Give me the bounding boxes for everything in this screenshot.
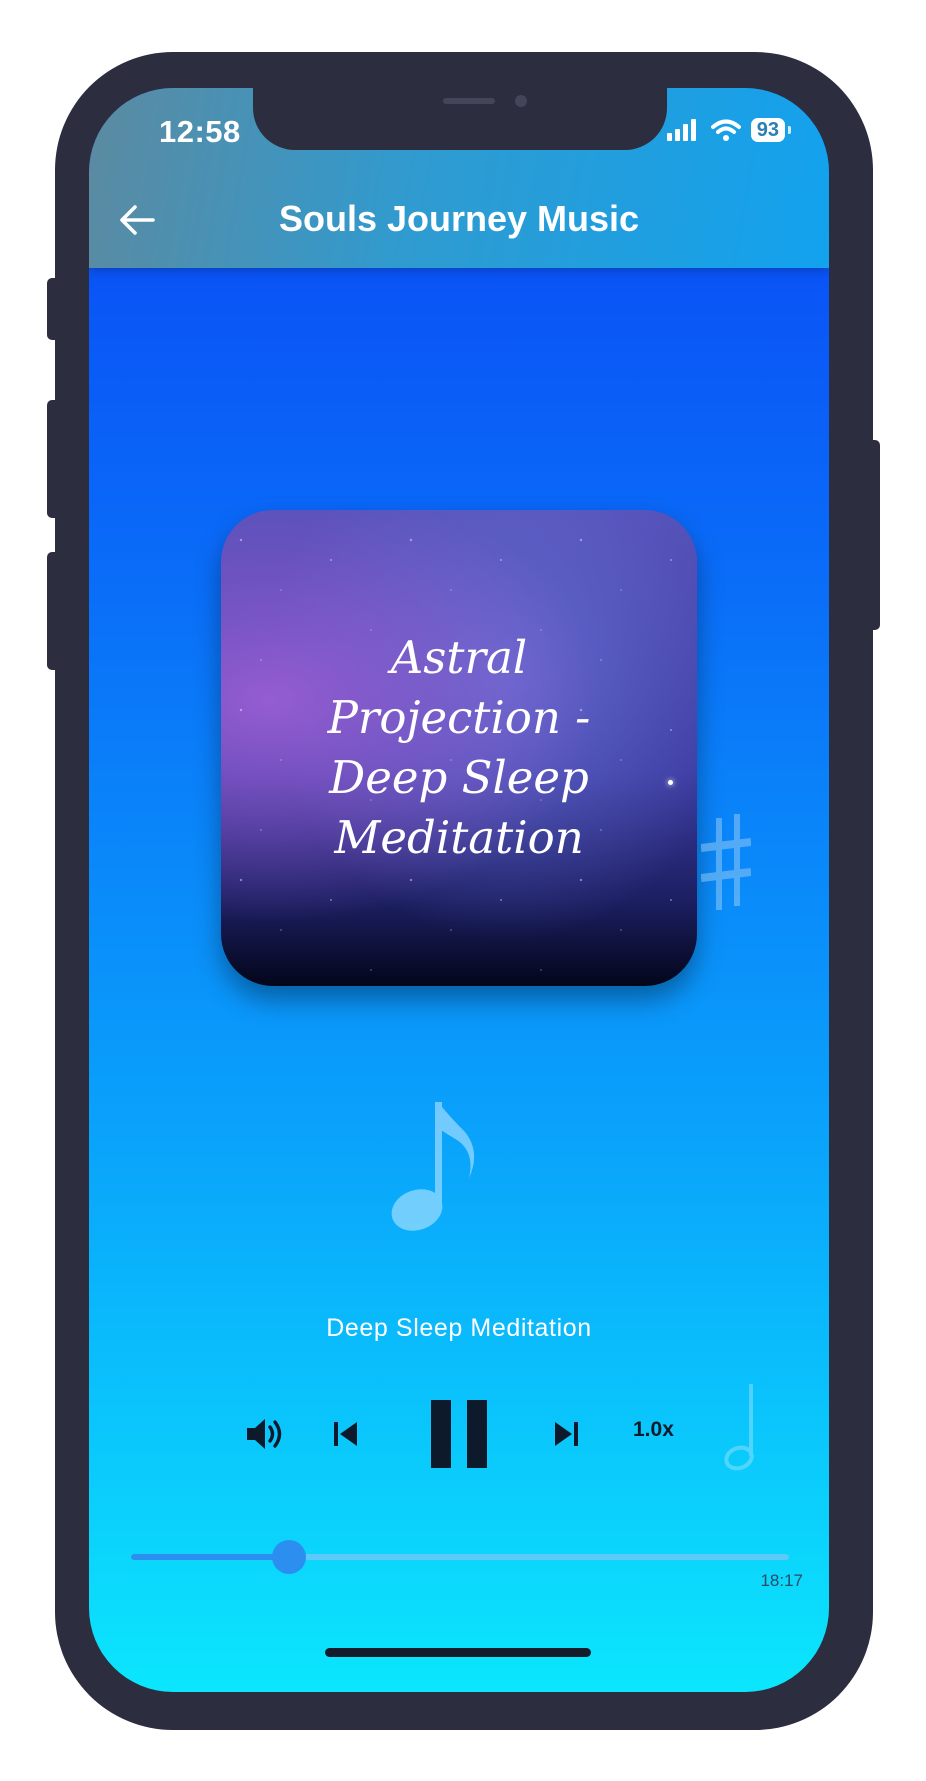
skip-next-icon[interactable] xyxy=(553,1420,579,1448)
signal-icon xyxy=(666,119,696,141)
volume-down-button xyxy=(47,552,61,670)
status-icons: 93 xyxy=(666,118,792,142)
home-indicator[interactable] xyxy=(325,1648,591,1657)
earpiece-speaker xyxy=(443,98,495,104)
album-artwork: Astral Projection - Deep Sleep Meditatio… xyxy=(221,510,697,986)
notch xyxy=(253,88,667,150)
progress-slider[interactable] xyxy=(131,1538,789,1578)
page-title: Souls Journey Music xyxy=(278,198,640,239)
screen: 12:58 93 Souls Journey Music Astral Proj… xyxy=(89,88,829,1692)
track-duration: 18:17 xyxy=(760,1571,803,1590)
slider-thumb[interactable] xyxy=(271,1540,306,1574)
bright-star xyxy=(668,780,673,785)
front-camera xyxy=(515,95,527,107)
power-button xyxy=(866,440,880,630)
volume-icon[interactable] xyxy=(245,1416,285,1452)
playback-controls: 1.0x xyxy=(89,1394,829,1474)
playback-speed-button[interactable]: 1.0x xyxy=(633,1418,674,1442)
slider-fill xyxy=(131,1554,289,1560)
pause-icon[interactable] xyxy=(429,1394,489,1474)
album-title: Astral Projection - Deep Sleep Meditatio… xyxy=(327,631,591,864)
track-name: Deep Sleep Meditation xyxy=(326,1314,592,1342)
music-note-icon xyxy=(391,1102,475,1231)
status-time: 12:58 xyxy=(159,114,241,149)
sharp-symbol-icon xyxy=(701,814,751,910)
app-header: 12:58 93 Souls Journey Music xyxy=(89,88,829,268)
wifi-icon xyxy=(710,119,741,141)
mute-switch xyxy=(47,278,61,340)
volume-up-button xyxy=(47,400,61,518)
skip-previous-icon[interactable] xyxy=(333,1420,359,1448)
battery-icon: 93 xyxy=(750,118,792,142)
